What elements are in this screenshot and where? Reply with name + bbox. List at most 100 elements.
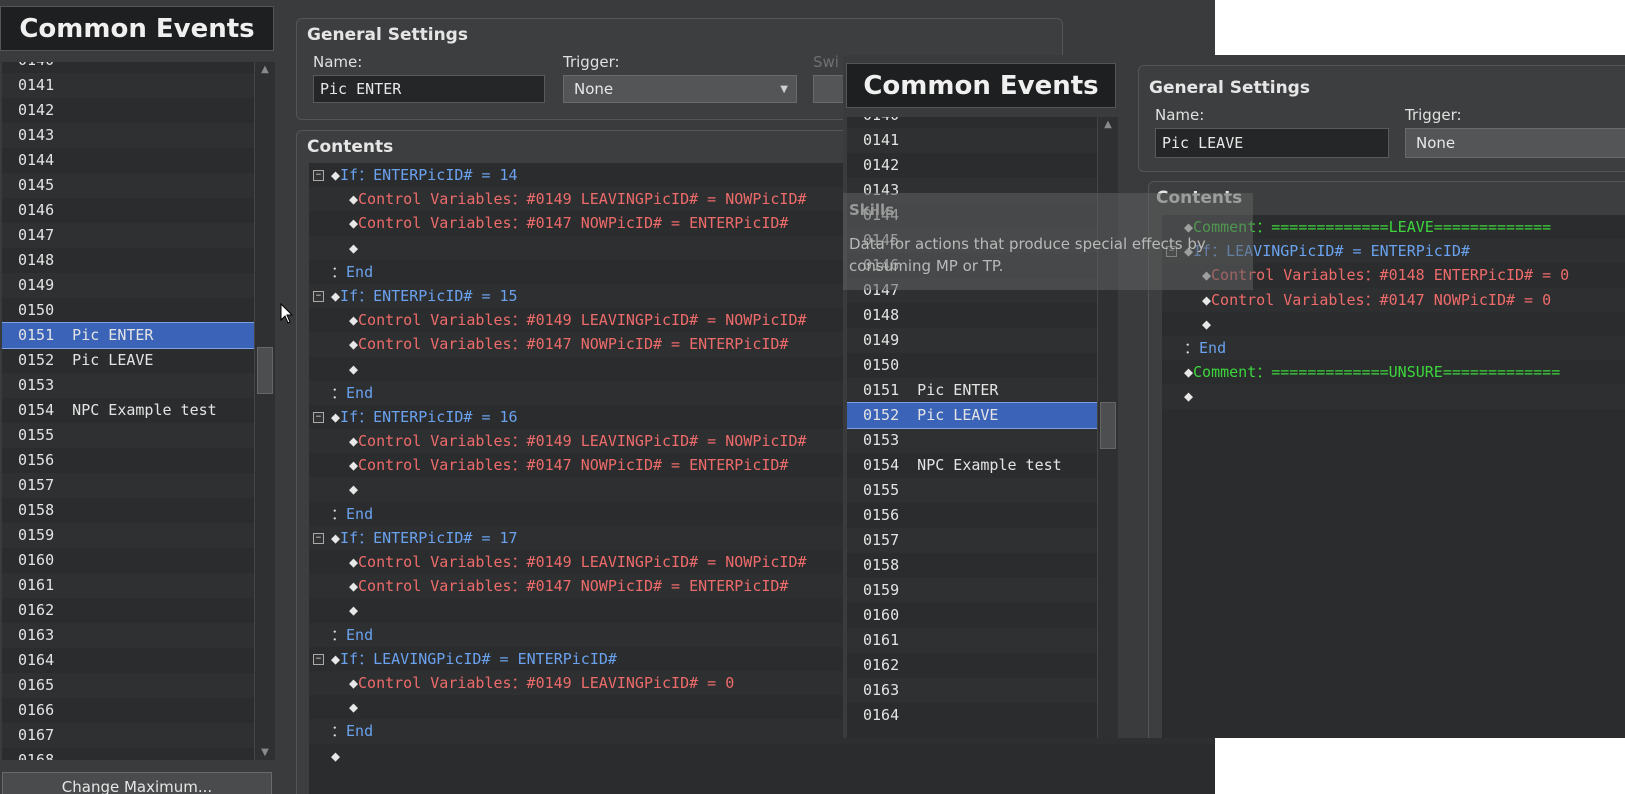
command-text: End xyxy=(346,262,374,281)
trigger-select[interactable]: None ▼ xyxy=(563,75,797,103)
event-list-scrollbar[interactable]: ▲ ▼ xyxy=(254,62,275,760)
command-diamond-icon: ◆ xyxy=(349,698,359,717)
second_window-list-item[interactable]: 0151 Pic ENTER xyxy=(847,378,1097,403)
scroll-up-icon[interactable]: ▲ xyxy=(255,64,275,75)
second_window-list-item[interactable]: 0150 xyxy=(847,353,1097,378)
collapse-toggle-icon[interactable]: − xyxy=(313,532,324,544)
scroll-up-icon-2[interactable]: ▲ xyxy=(1098,119,1118,130)
command-line[interactable]: ◆Control Variables：#0147 NOWPicID# = 0 xyxy=(1162,287,1625,312)
command-diamond-icon: ◆ xyxy=(331,286,341,305)
general-settings-group-2: General Settings Name: Pic LEAVE Trigger… xyxy=(1138,65,1625,172)
main_window-list-item[interactable]: 0157 xyxy=(2,473,254,498)
collapse-toggle-icon[interactable]: − xyxy=(313,290,324,302)
command-text: ENTERPicID# = 14 xyxy=(373,166,518,184)
command-text: If： xyxy=(340,286,374,305)
command-diamond-icon: ◆ xyxy=(1184,363,1194,382)
command-text: Control Variables：#0149 LEAVINGPicID# = … xyxy=(358,553,807,571)
main_window-list-item[interactable]: 0164 xyxy=(2,648,254,673)
main_window-list-item[interactable]: 0152 Pic LEAVE xyxy=(2,348,254,373)
second_window-list-item[interactable]: 0153 xyxy=(847,428,1097,453)
second_window-list-item[interactable]: 0155 xyxy=(847,478,1097,503)
second_window-list-item[interactable]: 0158 xyxy=(847,553,1097,578)
main_window-list-item[interactable]: 0165 xyxy=(2,673,254,698)
command-line[interactable]: ◆Comment：=============UNSURE============… xyxy=(1162,360,1625,384)
event-commands-list-2[interactable]: ◆Comment：=============LEAVE=============… xyxy=(1162,215,1625,738)
second_window-list-item[interactable]: 0152 Pic LEAVE xyxy=(847,402,1097,429)
main_window-list-item[interactable]: 0149 xyxy=(2,273,254,298)
main_window-list-item[interactable]: 0156 xyxy=(2,448,254,473)
main_window-list-item[interactable]: 0145 xyxy=(2,173,254,198)
main_window-list-item[interactable]: 0146 xyxy=(2,198,254,223)
second_window-list-item[interactable]: 0154 NPC Example test xyxy=(847,453,1097,478)
second_window-list-item[interactable]: 0156 xyxy=(847,503,1097,528)
main_window-list-item[interactable]: 0142 xyxy=(2,98,254,123)
command-diamond-icon: ◆ xyxy=(349,432,359,451)
scroll-down-icon[interactable]: ▼ xyxy=(255,747,275,758)
main_window-list-item[interactable]: 0153 xyxy=(2,373,254,398)
command-text: LEAVINGPicID# = ENTERPicID# xyxy=(1226,242,1470,261)
command-line[interactable]: ◆ xyxy=(1162,384,1625,409)
second_window-list-item[interactable]: 0142 xyxy=(847,153,1097,178)
scroll-thumb-2[interactable] xyxy=(1100,402,1116,449)
second_window-list-item[interactable]: 0164 xyxy=(847,703,1097,728)
change-maximum-button[interactable]: Change Maximum... xyxy=(2,772,272,794)
main_window-list-item[interactable]: 0148 xyxy=(2,248,254,273)
second_window-list-item[interactable]: 0141 xyxy=(847,128,1097,153)
main_window-list-item[interactable]: 0140 xyxy=(2,62,254,73)
second_window-list-item[interactable]: 0160 xyxy=(847,603,1097,628)
trigger-select-2[interactable]: None xyxy=(1405,128,1625,158)
second_window-list-item[interactable]: 0159 xyxy=(847,578,1097,603)
general-settings-title: General Settings xyxy=(307,25,468,45)
main_window-list-item[interactable]: 0147 xyxy=(2,223,254,248)
second_window-list-item[interactable]: 0149 xyxy=(847,328,1097,353)
name-label-2: Name: xyxy=(1155,106,1205,124)
command-text: ENTERPicID# = 17 xyxy=(373,528,518,547)
scroll-thumb[interactable] xyxy=(257,347,273,394)
main_window-list-item[interactable]: 0144 xyxy=(2,148,254,173)
main_window-list-item[interactable]: 0158 xyxy=(2,498,254,523)
command-diamond-icon: ◆ xyxy=(349,577,359,596)
main_window-list-item[interactable]: 0161 xyxy=(2,573,254,598)
command-text: Control Variables：#0147 NOWPicID# = ENTE… xyxy=(358,577,789,596)
main_window-list-item[interactable]: 0151 Pic ENTER xyxy=(2,322,254,349)
second_window-list-item[interactable]: 0162 xyxy=(847,653,1097,678)
second_window-list-item[interactable]: 0148 xyxy=(847,303,1097,328)
name-input[interactable]: Pic ENTER xyxy=(313,75,545,103)
command-text: End xyxy=(1199,338,1227,357)
second_window-list-item[interactable]: 0140 xyxy=(847,117,1097,128)
command-line[interactable]: ◆ xyxy=(1162,312,1625,336)
main_window-list-item[interactable]: 0155 xyxy=(2,423,254,448)
main_window-list-item[interactable]: 0154 NPC Example test xyxy=(2,398,254,423)
command-line[interactable]: ◆ xyxy=(309,744,1215,768)
main_window-list-item[interactable]: 0166 xyxy=(2,698,254,723)
second_window-list-item[interactable]: 0163 xyxy=(847,678,1097,703)
main_window-list-item[interactable]: 0163 xyxy=(2,623,254,648)
main_window-list-item[interactable]: 0168 xyxy=(2,748,254,760)
name-input-2[interactable]: Pic LEAVE xyxy=(1155,128,1389,158)
command-text: LEAVINGPicID# = ENTERPicID# xyxy=(373,649,617,668)
collapse-toggle-icon[interactable]: − xyxy=(313,170,324,181)
name-label: Name: xyxy=(313,53,363,71)
main_window-list-item[interactable]: 0159 xyxy=(2,523,254,548)
command-diamond-icon: ◆ xyxy=(331,649,341,668)
event-list[interactable]: 0140014101420143014401450146014701480149… xyxy=(2,62,254,760)
main_window-list-item[interactable]: 0160 xyxy=(2,548,254,573)
command-text: Control Variables：#0149 LEAVINGPicID# = … xyxy=(358,190,807,209)
second_window-list-item[interactable]: 0157 xyxy=(847,528,1097,553)
command-text: Control Variables：#0149 LEAVINGPicID# = … xyxy=(358,432,807,451)
main_window-list-item[interactable]: 0143 xyxy=(2,123,254,148)
second_window-list-item[interactable]: 0161 xyxy=(847,628,1097,653)
main_window-list-item[interactable]: 0150 xyxy=(2,298,254,323)
main_window-list-item[interactable]: 0162 xyxy=(2,598,254,623)
command-text: ： xyxy=(331,504,347,523)
collapse-toggle-icon[interactable]: − xyxy=(313,653,324,665)
panel-title-2: Common Events xyxy=(846,63,1116,108)
collapse-toggle-icon[interactable]: − xyxy=(313,411,324,423)
command-line[interactable]: ：End xyxy=(1162,335,1625,361)
command-diamond-icon: ◆ xyxy=(331,528,341,547)
command-diamond-icon: ◆ xyxy=(349,553,359,571)
trigger-value-2: None xyxy=(1416,134,1456,152)
database-tooltip: Skills Data for actions that produce spe… xyxy=(843,193,1253,290)
main_window-list-item[interactable]: 0141 xyxy=(2,73,254,98)
main_window-list-item[interactable]: 0167 xyxy=(2,723,254,748)
